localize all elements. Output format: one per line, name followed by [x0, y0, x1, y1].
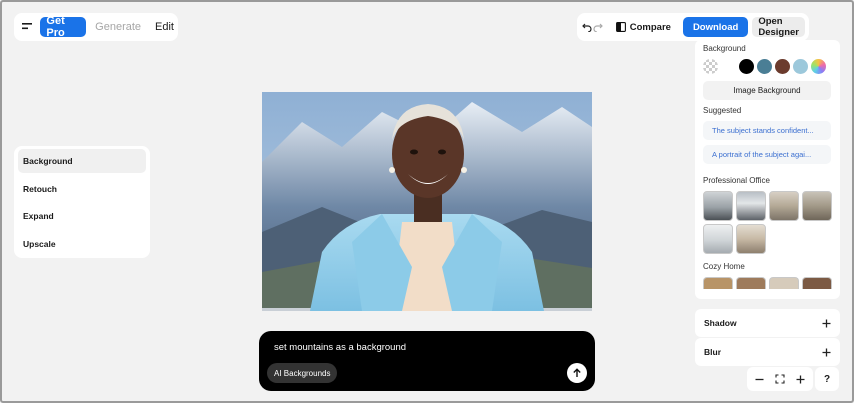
- undo-icon: [581, 23, 592, 32]
- color-swatches: [703, 59, 832, 74]
- office-thumbnail[interactable]: [802, 191, 832, 221]
- prompt-input[interactable]: set mountains as a background: [274, 342, 406, 353]
- plus-icon: [796, 375, 805, 383]
- menu-button[interactable]: [18, 15, 38, 39]
- top-right-toolbar: Compare Download Open Designer: [577, 13, 809, 41]
- tab-generate[interactable]: Generate: [95, 21, 141, 33]
- plus-icon: [822, 348, 831, 356]
- fit-screen-button[interactable]: [772, 371, 788, 387]
- compare-button[interactable]: Compare: [612, 17, 675, 37]
- zoom-controls: [747, 367, 813, 391]
- suggested-section-title: Suggested: [703, 106, 742, 115]
- image-background-button[interactable]: Image Background: [703, 81, 831, 100]
- redo-icon: [593, 23, 603, 32]
- compare-icon: [615, 22, 626, 32]
- cozy-home-thumbnails: [703, 277, 832, 289]
- send-button[interactable]: [567, 363, 587, 383]
- background-panel: Background Image Background Suggested Th…: [695, 40, 840, 299]
- prompt-box: set mountains as a background AI Backgro…: [259, 331, 595, 391]
- swatch-light-blue[interactable]: [793, 59, 808, 74]
- cozy-thumbnail[interactable]: [736, 277, 766, 289]
- ai-backgrounds-chip[interactable]: AI Backgrounds: [267, 363, 338, 383]
- portrait-photo: [262, 92, 592, 311]
- menu-icon: [22, 23, 33, 30]
- suggestion-2[interactable]: A portrait of the subject agai...: [703, 145, 831, 164]
- suggestion-1[interactable]: The subject stands confident...: [703, 121, 831, 140]
- blur-section[interactable]: Blur: [695, 338, 840, 366]
- cozy-thumbnail[interactable]: [703, 277, 733, 289]
- tool-menu: Background Retouch Expand Upscale: [14, 146, 150, 258]
- blur-label: Blur: [704, 347, 721, 357]
- swatch-gradient[interactable]: [811, 59, 826, 74]
- background-section-title: Background: [703, 44, 746, 53]
- zoom-in-button[interactable]: [793, 371, 809, 387]
- swatch-white[interactable]: [721, 59, 736, 74]
- canvas-image[interactable]: [262, 92, 592, 311]
- redo-button[interactable]: [592, 16, 603, 38]
- tool-background[interactable]: Background: [18, 149, 146, 173]
- office-thumbnail[interactable]: [703, 191, 733, 221]
- swatch-brown[interactable]: [775, 59, 790, 74]
- download-button[interactable]: Download: [682, 17, 749, 37]
- shadow-section[interactable]: Shadow: [695, 309, 840, 337]
- tool-expand[interactable]: Expand: [18, 204, 146, 228]
- open-designer-button[interactable]: Open Designer: [752, 16, 805, 38]
- shadow-label: Shadow: [704, 318, 737, 328]
- plus-icon: [822, 319, 831, 327]
- compare-label: Compare: [629, 21, 671, 33]
- get-pro-button[interactable]: Get Pro: [40, 15, 87, 39]
- swatch-transparent[interactable]: [703, 59, 718, 74]
- fullscreen-icon: [775, 374, 785, 384]
- arrow-up-icon: [573, 368, 581, 377]
- help-button[interactable]: ?: [815, 367, 839, 391]
- cozy-thumbnail[interactable]: [802, 277, 832, 289]
- office-thumbnail[interactable]: [736, 224, 766, 254]
- swatch-teal[interactable]: [757, 59, 772, 74]
- swatch-black[interactable]: [739, 59, 754, 74]
- office-thumbnail[interactable]: [703, 224, 733, 254]
- office-thumbnail[interactable]: [769, 191, 799, 221]
- professional-office-thumbnails: [703, 191, 833, 254]
- top-left-toolbar: Get Pro Generate Edit: [14, 13, 178, 41]
- cozy-home-title: Cozy Home: [703, 262, 745, 271]
- professional-office-title: Professional Office: [703, 176, 770, 185]
- tool-retouch[interactable]: Retouch: [18, 177, 146, 201]
- minus-icon: [755, 378, 764, 380]
- zoom-out-button[interactable]: [751, 371, 767, 387]
- undo-button[interactable]: [581, 16, 592, 38]
- tab-edit[interactable]: Edit: [155, 21, 174, 33]
- office-thumbnail[interactable]: [736, 191, 766, 221]
- cozy-thumbnail[interactable]: [769, 277, 799, 289]
- tool-upscale[interactable]: Upscale: [18, 232, 146, 256]
